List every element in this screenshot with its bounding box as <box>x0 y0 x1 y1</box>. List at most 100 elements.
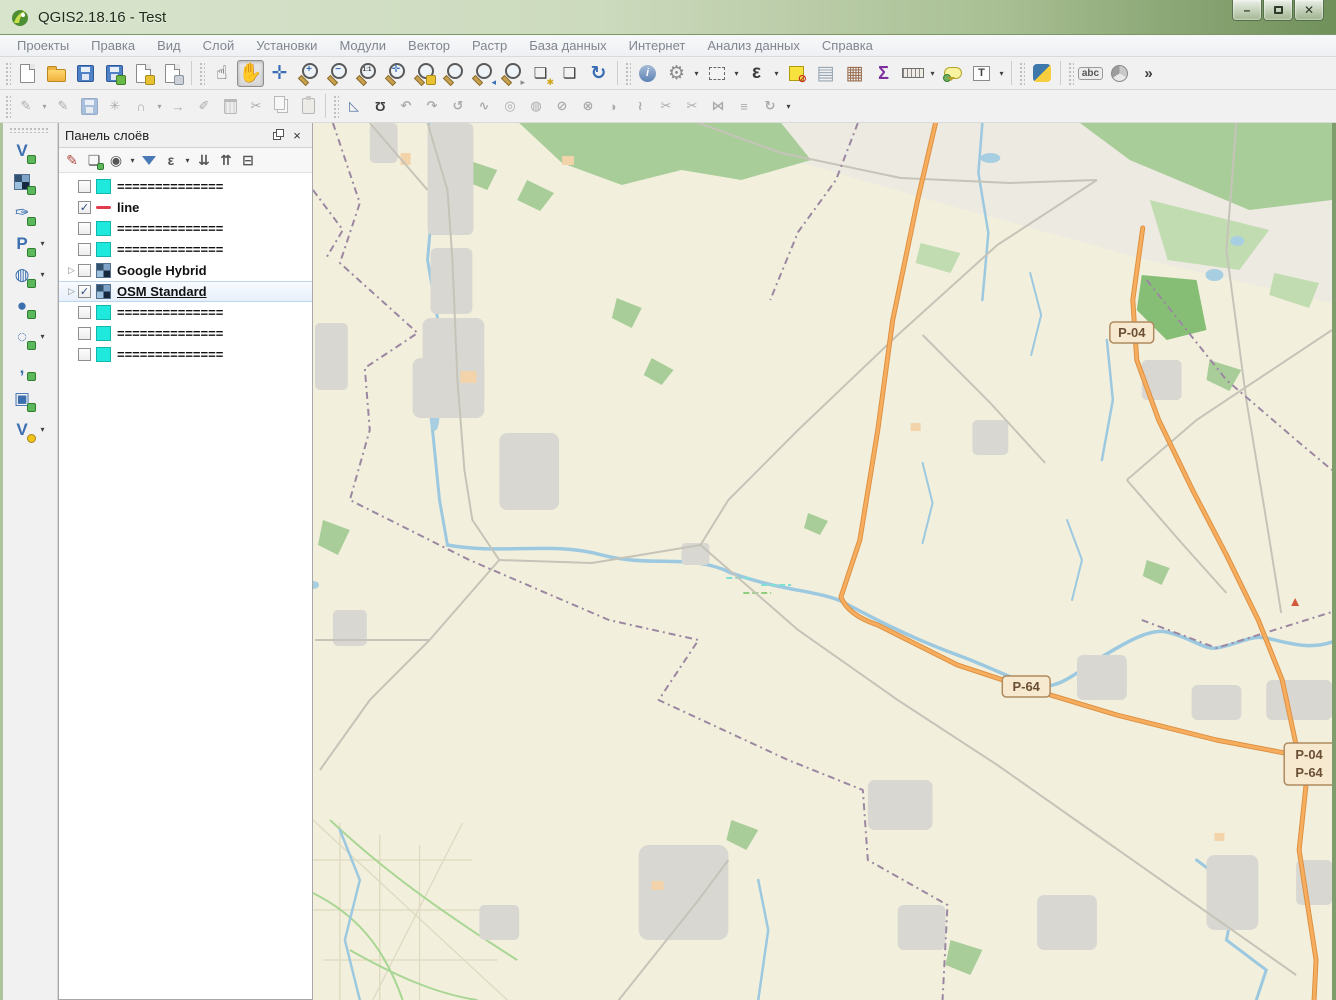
map-canvas[interactable]: P-04 P-64 P-04 P-64 <box>313 123 1332 1000</box>
close-button[interactable]: ✕ <box>1294 0 1324 21</box>
split-features-button[interactable]: ✂ <box>654 94 678 118</box>
refresh-button[interactable]: ↻ <box>585 60 612 87</box>
run-action-button[interactable]: ⚙ <box>663 60 690 87</box>
add-spatialite-layer-button[interactable]: ✑ <box>7 198 37 227</box>
undo-button[interactable]: ↶ <box>394 94 418 118</box>
circular-dropdown[interactable]: ▾ <box>154 93 165 120</box>
wfs-dropdown[interactable]: ▾ <box>37 323 48 350</box>
toolbar-grip[interactable] <box>1018 61 1025 85</box>
menu-settings[interactable]: Установки <box>245 38 328 53</box>
title-bar[interactable]: QGIS2.18.16 - Test – ✕ <box>0 0 1336 35</box>
advanced-digitizing-button[interactable]: ◺ <box>342 94 366 118</box>
node-tool-button[interactable]: ✐ <box>192 94 216 118</box>
save-project-button[interactable] <box>72 60 99 87</box>
select-dropdown[interactable]: ▾ <box>731 60 742 87</box>
layer-checkbox[interactable] <box>78 180 91 193</box>
menu-plugins[interactable]: Модули <box>328 38 397 53</box>
filter-expression-button[interactable]: ε <box>160 149 182 171</box>
minimize-button[interactable]: – <box>1232 0 1262 21</box>
delete-ring-button[interactable]: ⊘ <box>550 94 574 118</box>
new-composer-button[interactable] <box>130 60 157 87</box>
merge-features-button[interactable]: ⋈ <box>706 94 730 118</box>
simplify-feature-button[interactable]: ∿ <box>472 94 496 118</box>
current-edits-button[interactable]: ✎ <box>14 94 38 118</box>
merge-attributes-button[interactable]: ≡ <box>732 94 756 118</box>
select-by-expression-button[interactable]: ε <box>743 60 770 87</box>
offset-curve-button[interactable]: ≀ <box>628 94 652 118</box>
diagram-button[interactable] <box>1106 60 1133 87</box>
collapse-all-button[interactable]: ⇈ <box>215 149 237 171</box>
manage-visibility-button[interactable]: ◉ <box>105 149 127 171</box>
toolbar-grip[interactable] <box>198 61 205 85</box>
layer-row[interactable]: ▷Google Hybrid <box>59 260 312 281</box>
add-wcs-layer-button[interactable]: ● <box>7 291 37 320</box>
new-shapefile-button[interactable]: V <box>7 415 37 444</box>
add-vector-layer-button[interactable]: V <box>7 136 37 165</box>
expand-arrow-icon[interactable]: ▷ <box>65 286 78 297</box>
add-wms-layer-button[interactable]: ◍ <box>7 260 37 289</box>
text-annotation-button[interactable]: T <box>968 60 995 87</box>
toolbar-grip[interactable] <box>9 127 49 133</box>
menu-help[interactable]: Справка <box>811 38 884 53</box>
layer-row[interactable]: ============== <box>59 302 312 323</box>
zoom-to-selection-button[interactable] <box>440 60 467 87</box>
remove-layer-button[interactable]: ⊟ <box>237 149 259 171</box>
menu-database[interactable]: База данных <box>518 38 617 53</box>
filter-legend-button[interactable] <box>138 149 160 171</box>
add-ring-button[interactable]: ◎ <box>498 94 522 118</box>
composer-manager-button[interactable] <box>159 60 186 87</box>
new-bookmark-button[interactable]: ❏✱ <box>527 60 554 87</box>
reshape-features-button[interactable]: ◗ <box>602 94 626 118</box>
maximize-button[interactable] <box>1263 0 1293 21</box>
add-delimited-text-button[interactable]: , <box>7 353 37 382</box>
layer-checkbox[interactable] <box>78 306 91 319</box>
menu-vector[interactable]: Вектор <box>397 38 461 53</box>
toolbar-grip[interactable] <box>4 94 11 118</box>
select-features-button[interactable] <box>703 60 730 87</box>
paste-features-button[interactable] <box>296 94 320 118</box>
zoom-to-layer-button[interactable] <box>411 60 438 87</box>
filter-expression-dropdown[interactable]: ▾ <box>182 147 193 174</box>
float-panel-button[interactable] <box>270 126 288 144</box>
expand-arrow-icon[interactable]: ▷ <box>65 265 78 276</box>
zoom-next-button[interactable]: ▸ <box>498 60 525 87</box>
layer-checkbox[interactable] <box>78 264 91 277</box>
pan-map-button[interactable]: ✋ <box>237 60 264 87</box>
save-edits-button[interactable] <box>77 94 101 118</box>
identify-button[interactable]: i <box>634 60 661 87</box>
delete-selected-button[interactable] <box>218 94 242 118</box>
pan-to-selection-button[interactable]: ✛ <box>266 60 293 87</box>
measure-button[interactable] <box>899 60 926 87</box>
add-group-button[interactable]: ❏ <box>83 149 105 171</box>
python-console-button[interactable] <box>1028 60 1055 87</box>
style-manager-button[interactable]: ✎ <box>61 149 83 171</box>
layer-checkbox[interactable]: ✓ <box>78 201 91 214</box>
copy-features-button[interactable] <box>270 94 294 118</box>
menu-layer[interactable]: Слой <box>192 38 246 53</box>
shapefile-dropdown[interactable]: ▾ <box>37 416 48 443</box>
toolbar-grip[interactable] <box>4 61 11 85</box>
layer-checkbox[interactable]: ✓ <box>78 285 91 298</box>
menu-view[interactable]: Вид <box>146 38 192 53</box>
show-bookmarks-button[interactable]: ❏ <box>556 60 583 87</box>
rotate-point-symbols-button[interactable]: ↻ <box>758 94 782 118</box>
move-feature-button[interactable]: → <box>166 94 190 118</box>
zoom-last-button[interactable]: ◂ <box>469 60 496 87</box>
cut-features-button[interactable]: ✂ <box>244 94 268 118</box>
circular-string-button[interactable]: ∩ <box>129 94 153 118</box>
redo-button[interactable]: ↷ <box>420 94 444 118</box>
menu-analysis[interactable]: Анализ данных <box>696 38 811 53</box>
toolbar-overflow-button[interactable]: » <box>1135 60 1162 87</box>
layer-row[interactable]: ▷✓OSM Standard <box>59 281 312 302</box>
measure-dropdown[interactable]: ▾ <box>927 60 938 87</box>
sum-features-button[interactable]: Σ <box>870 60 897 87</box>
toggle-editing-button[interactable]: ✎ <box>51 94 75 118</box>
zoom-full-button[interactable]: ✛ <box>382 60 409 87</box>
split-parts-button[interactable]: ✂ <box>680 94 704 118</box>
add-wfs-layer-button[interactable]: ◌ <box>7 322 37 351</box>
attribute-table-button[interactable]: ▤ <box>812 60 839 87</box>
toolbar-grip[interactable] <box>1067 61 1074 85</box>
add-postgis-layer-button[interactable]: P <box>7 229 37 258</box>
deselect-all-button[interactable]: ⊘ <box>783 60 810 87</box>
toolbar-grip[interactable] <box>624 61 631 85</box>
